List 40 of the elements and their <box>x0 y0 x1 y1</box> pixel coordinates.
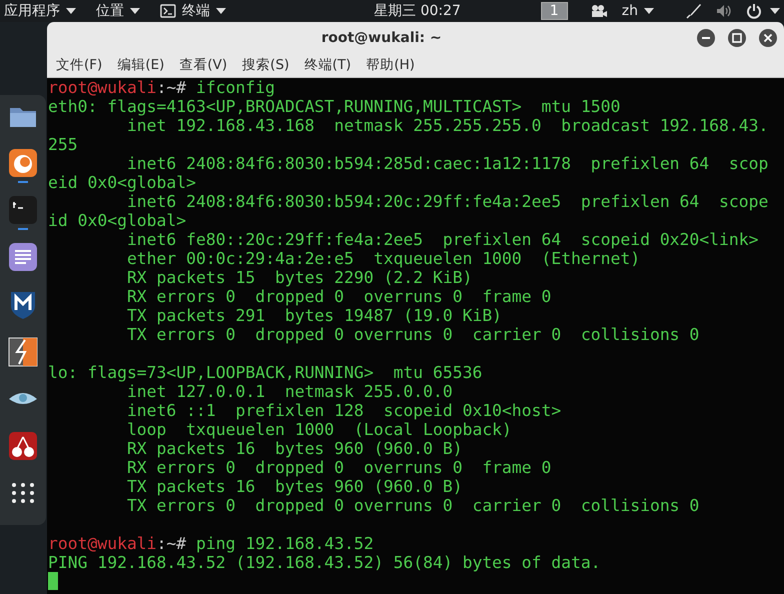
output-line: PING 192.168.43.52 (192.168.43.52) 56(84) bytes of data. <box>48 553 601 572</box>
output-line: inet6 fe80::20c:29ff:fe4a:2ee5 prefixlen 64 scopeid 0x20<link> <box>126 230 758 249</box>
menu-item[interactable]: 终端(T) <box>304 56 352 74</box>
output-line: TX errors 0 dropped 0 overruns 0 carrier 0 collisions 0 <box>126 325 700 344</box>
output-line: TX errors 0 dropped 0 overruns 0 carrier 0 collisions 0 <box>126 496 700 515</box>
menu-item[interactable]: 文件(F) <box>56 56 102 74</box>
applications-menu[interactable]: 应用程序 <box>4 2 76 20</box>
command-text: ifconfig <box>196 78 275 97</box>
output-line: RX packets 16 bytes 960 (960.0 B) <box>126 439 462 458</box>
language-menu[interactable]: zh <box>622 3 654 19</box>
output-line: RX errors 0 dropped 0 overruns 0 frame 0 <box>126 458 552 477</box>
prompt-user: root@wukali <box>48 534 157 553</box>
output-line: inet 192.168.43.168 netmask 255.255.255.0 broadcast 192.168.43. <box>126 116 768 135</box>
output-line: TX packets 291 bytes 19487 (19.0 KiB) <box>126 306 502 325</box>
output-line: 255 <box>48 135 78 154</box>
command-text: ping 192.168.43.52 <box>196 534 374 553</box>
prompt-path: :~# <box>156 78 188 97</box>
menu-item[interactable]: 帮助(H) <box>366 56 415 74</box>
prompt-user: root@wukali <box>48 78 157 97</box>
output-line: lo: flags=73<UP,LOOPBACK,RUNNING> mtu 65536 <box>48 363 482 382</box>
output-line: inet 127.0.0.1 netmask 255.0.0.0 <box>126 382 453 401</box>
clock[interactable]: 星期三 00:27 <box>374 2 461 20</box>
output-line: RX errors 0 dropped 0 overruns 0 frame 0 <box>126 287 552 306</box>
output-line: inet6 ::1 prefixlen 128 scopeid 0x10<host> <box>126 401 562 420</box>
output-line: inet6 2408:84f6:8030:b594:20c:29ff:fe4a:2ee5 prefixlen 64 scope <box>126 192 768 211</box>
output-line: inet6 2408:84f6:8030:b594:285d:caec:1a12:1178 prefixlen 64 scop <box>126 154 768 173</box>
output-line: ether 00:0c:29:4a:2e:e5 txqueuelen 1000 (Ethernet) <box>126 249 640 268</box>
menu-item[interactable]: 搜索(S) <box>242 56 290 74</box>
prompt-path: :~# <box>156 534 188 553</box>
output-line: loop txqueuelen 1000 (Local Loopback) <box>126 420 512 439</box>
output-line: eth0: flags=4163<UP,BROADCAST,RUNNING,MULTICAST> mtu 1500 <box>48 97 620 116</box>
app-menu[interactable]: 终端 <box>160 2 226 20</box>
window-title: root@wukali: ~ <box>320 30 443 46</box>
output-line: eid 0x0<global> <box>48 173 196 192</box>
menu-item[interactable]: 编辑(E) <box>117 56 164 74</box>
output-line: id 0x0<global> <box>48 211 186 230</box>
output-line: TX packets 16 bytes 960 (960.0 B) <box>126 477 462 496</box>
menu-item[interactable]: 查看(V) <box>179 56 228 74</box>
places-menu[interactable]: 位置 <box>96 2 140 20</box>
output-line: RX packets 15 bytes 2290 (2.2 KiB) <box>126 268 472 287</box>
